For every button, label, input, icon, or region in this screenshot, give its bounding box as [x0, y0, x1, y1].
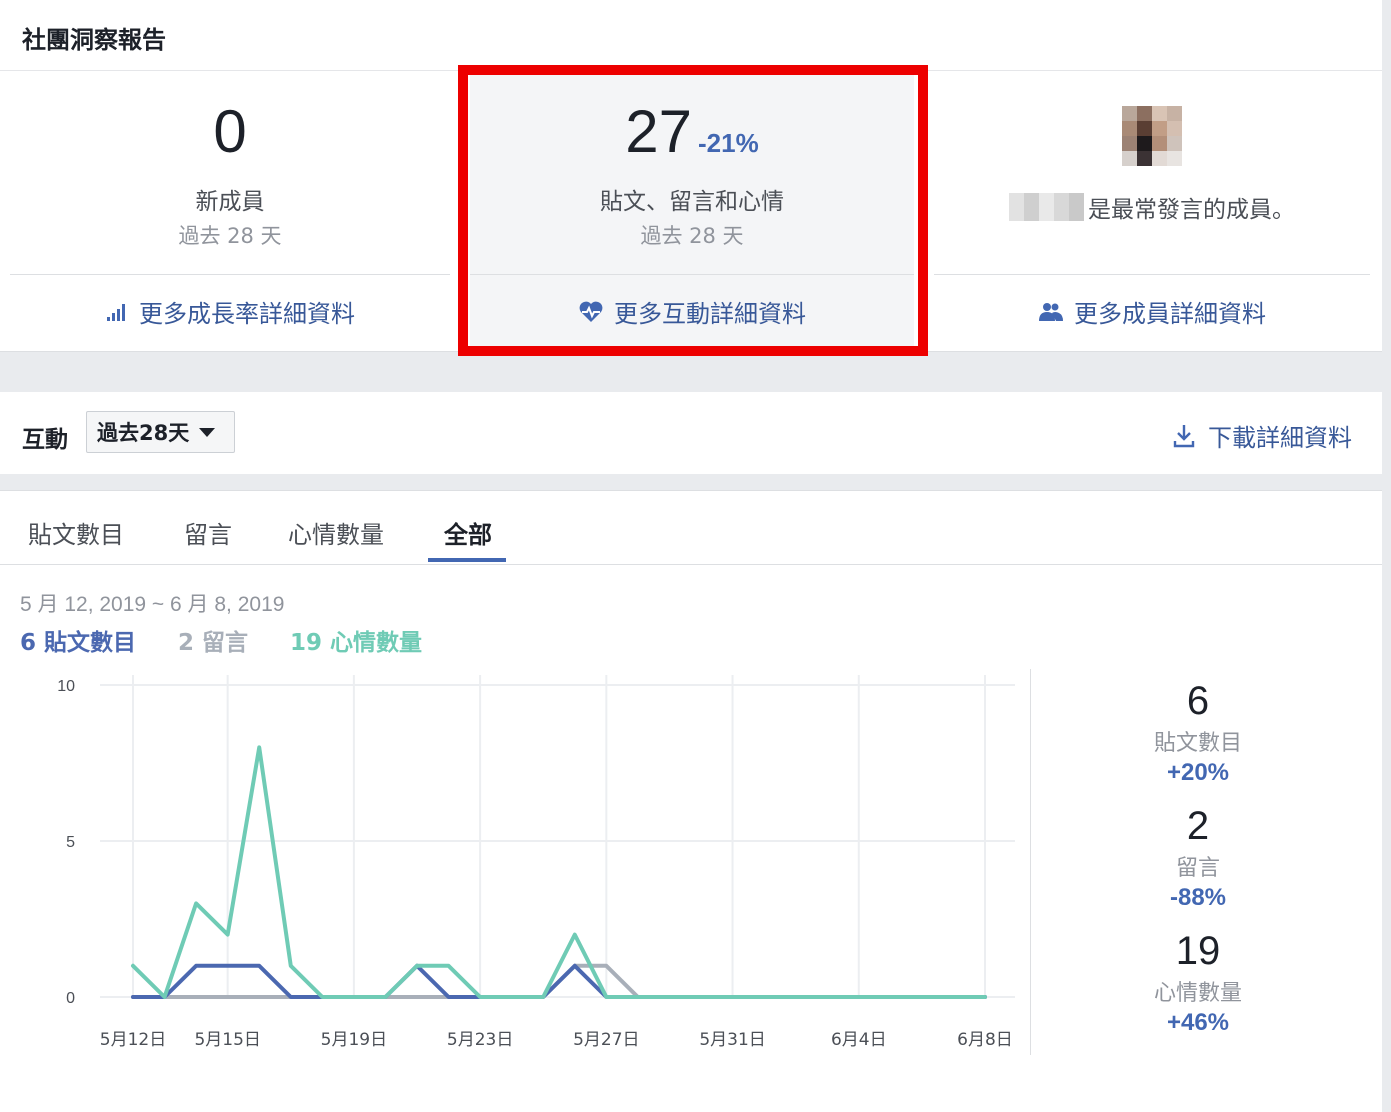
tab-bar: 貼文數目 留言 心情數量 全部: [0, 491, 1382, 565]
date-range-dropdown[interactable]: 過去28天: [86, 411, 235, 453]
highlight-annotation: [458, 65, 928, 356]
y-tick-label: 5: [66, 834, 75, 851]
series-line-posts: [131, 963, 987, 999]
card-title: 社團洞察報告: [22, 26, 166, 54]
side-stat-label: 心情數量: [1153, 981, 1242, 1006]
y-tick-label: 0: [66, 990, 75, 1007]
member-details-label: 更多成員詳細資料: [1074, 300, 1266, 328]
growth-details-label: 更多成長率詳細資料: [139, 300, 355, 328]
x-tick-label: 5月15日: [194, 1030, 260, 1050]
top-contributor-label: 是最常發言的成員。: [1088, 197, 1295, 223]
member-details-link[interactable]: 更多成員詳細資料: [934, 294, 1370, 329]
side-stat-comments: 2 留言 -88%: [1100, 806, 1296, 912]
new-members-count: 0: [213, 98, 247, 165]
legend-reactions[interactable]: 19 心情數量: [290, 623, 422, 657]
side-stat-delta: -88%: [1169, 884, 1227, 911]
x-tick-label: 5月19日: [321, 1030, 387, 1050]
series-line-reactions: [131, 745, 987, 999]
side-stat-label: 貼文數目: [1153, 731, 1242, 756]
side-divider: [1030, 669, 1031, 1055]
side-stat-delta: +20%: [1166, 759, 1230, 786]
y-tick-label: 10: [57, 678, 75, 695]
growth-details-link[interactable]: 更多成長率詳細資料: [10, 294, 450, 329]
download-details-link[interactable]: 下載詳細資料: [1172, 418, 1352, 453]
engagement-toolbar: 互動 過去28天 下載詳細資料: [0, 392, 1382, 474]
top-contributor-panel: 是最常發言的成員。 更多成員詳細資料: [934, 72, 1370, 352]
active-tab-indicator: [428, 558, 506, 562]
side-stat-value: 19: [1175, 929, 1221, 973]
tab-posts[interactable]: 貼文數目: [28, 515, 124, 550]
divider: [10, 274, 450, 275]
side-stat-label: 留言: [1175, 856, 1220, 881]
period-label: 過去 28 天: [178, 224, 282, 248]
avatar[interactable]: [1122, 106, 1182, 166]
x-tick-label: 5月12日: [100, 1030, 166, 1050]
blurred-member-name[interactable]: [1009, 193, 1084, 221]
engagement-heading: 互動: [22, 427, 68, 453]
date-range-value: 過去28天: [97, 421, 190, 445]
chevron-down-icon: [199, 427, 216, 437]
side-stat-delta: +46%: [1166, 1009, 1230, 1036]
side-stat-reactions: 19 心情數量 +46%: [1100, 931, 1296, 1037]
tab-reactions[interactable]: 心情數量: [288, 515, 384, 550]
engagement-chart-card: 貼文數目 留言 心情數量 全部 5 月 12, 2019 ~ 6 月 8, 20…: [0, 490, 1382, 1112]
new-members-label: 新成員: [195, 189, 265, 215]
tab-all[interactable]: 全部: [444, 515, 492, 550]
download-icon: [1173, 424, 1195, 447]
x-tick-label: 5月31日: [699, 1030, 765, 1050]
x-tick-label: 5月23日: [447, 1030, 513, 1050]
chart-legend: 6 貼文數目 2 留言 19 心情數量: [20, 623, 422, 657]
side-stat-value: 6: [1186, 679, 1210, 723]
x-tick-label: 6月8日: [957, 1030, 1013, 1050]
top-contributor-text: 是最常發言的成員。: [934, 190, 1370, 224]
side-stat-posts: 6 貼文數目 +20%: [1100, 681, 1296, 787]
side-stat-value: 2: [1186, 804, 1210, 848]
date-range-text: 5 月 12, 2019 ~ 6 月 8, 2019: [20, 593, 285, 616]
legend-posts[interactable]: 6 貼文數目: [20, 623, 136, 657]
members-icon: [1039, 302, 1063, 321]
tab-comments[interactable]: 留言: [184, 515, 232, 550]
line-chart: 10 5 0 5月12日 5月15日 5月19日 5月23日 5月27日 5月31日 6月4日 6月…: [57, 675, 1015, 1050]
x-tick-label: 6月4日: [831, 1030, 887, 1050]
new-members-panel: 0 新成員 過去 28 天 更多成長率詳細資料: [10, 72, 450, 352]
x-tick-label: 5月27日: [573, 1030, 639, 1050]
divider: [934, 274, 1370, 275]
legend-comments[interactable]: 2 留言: [178, 623, 248, 657]
bar-chart-icon: [107, 303, 125, 321]
download-details-label: 下載詳細資料: [1208, 424, 1352, 452]
